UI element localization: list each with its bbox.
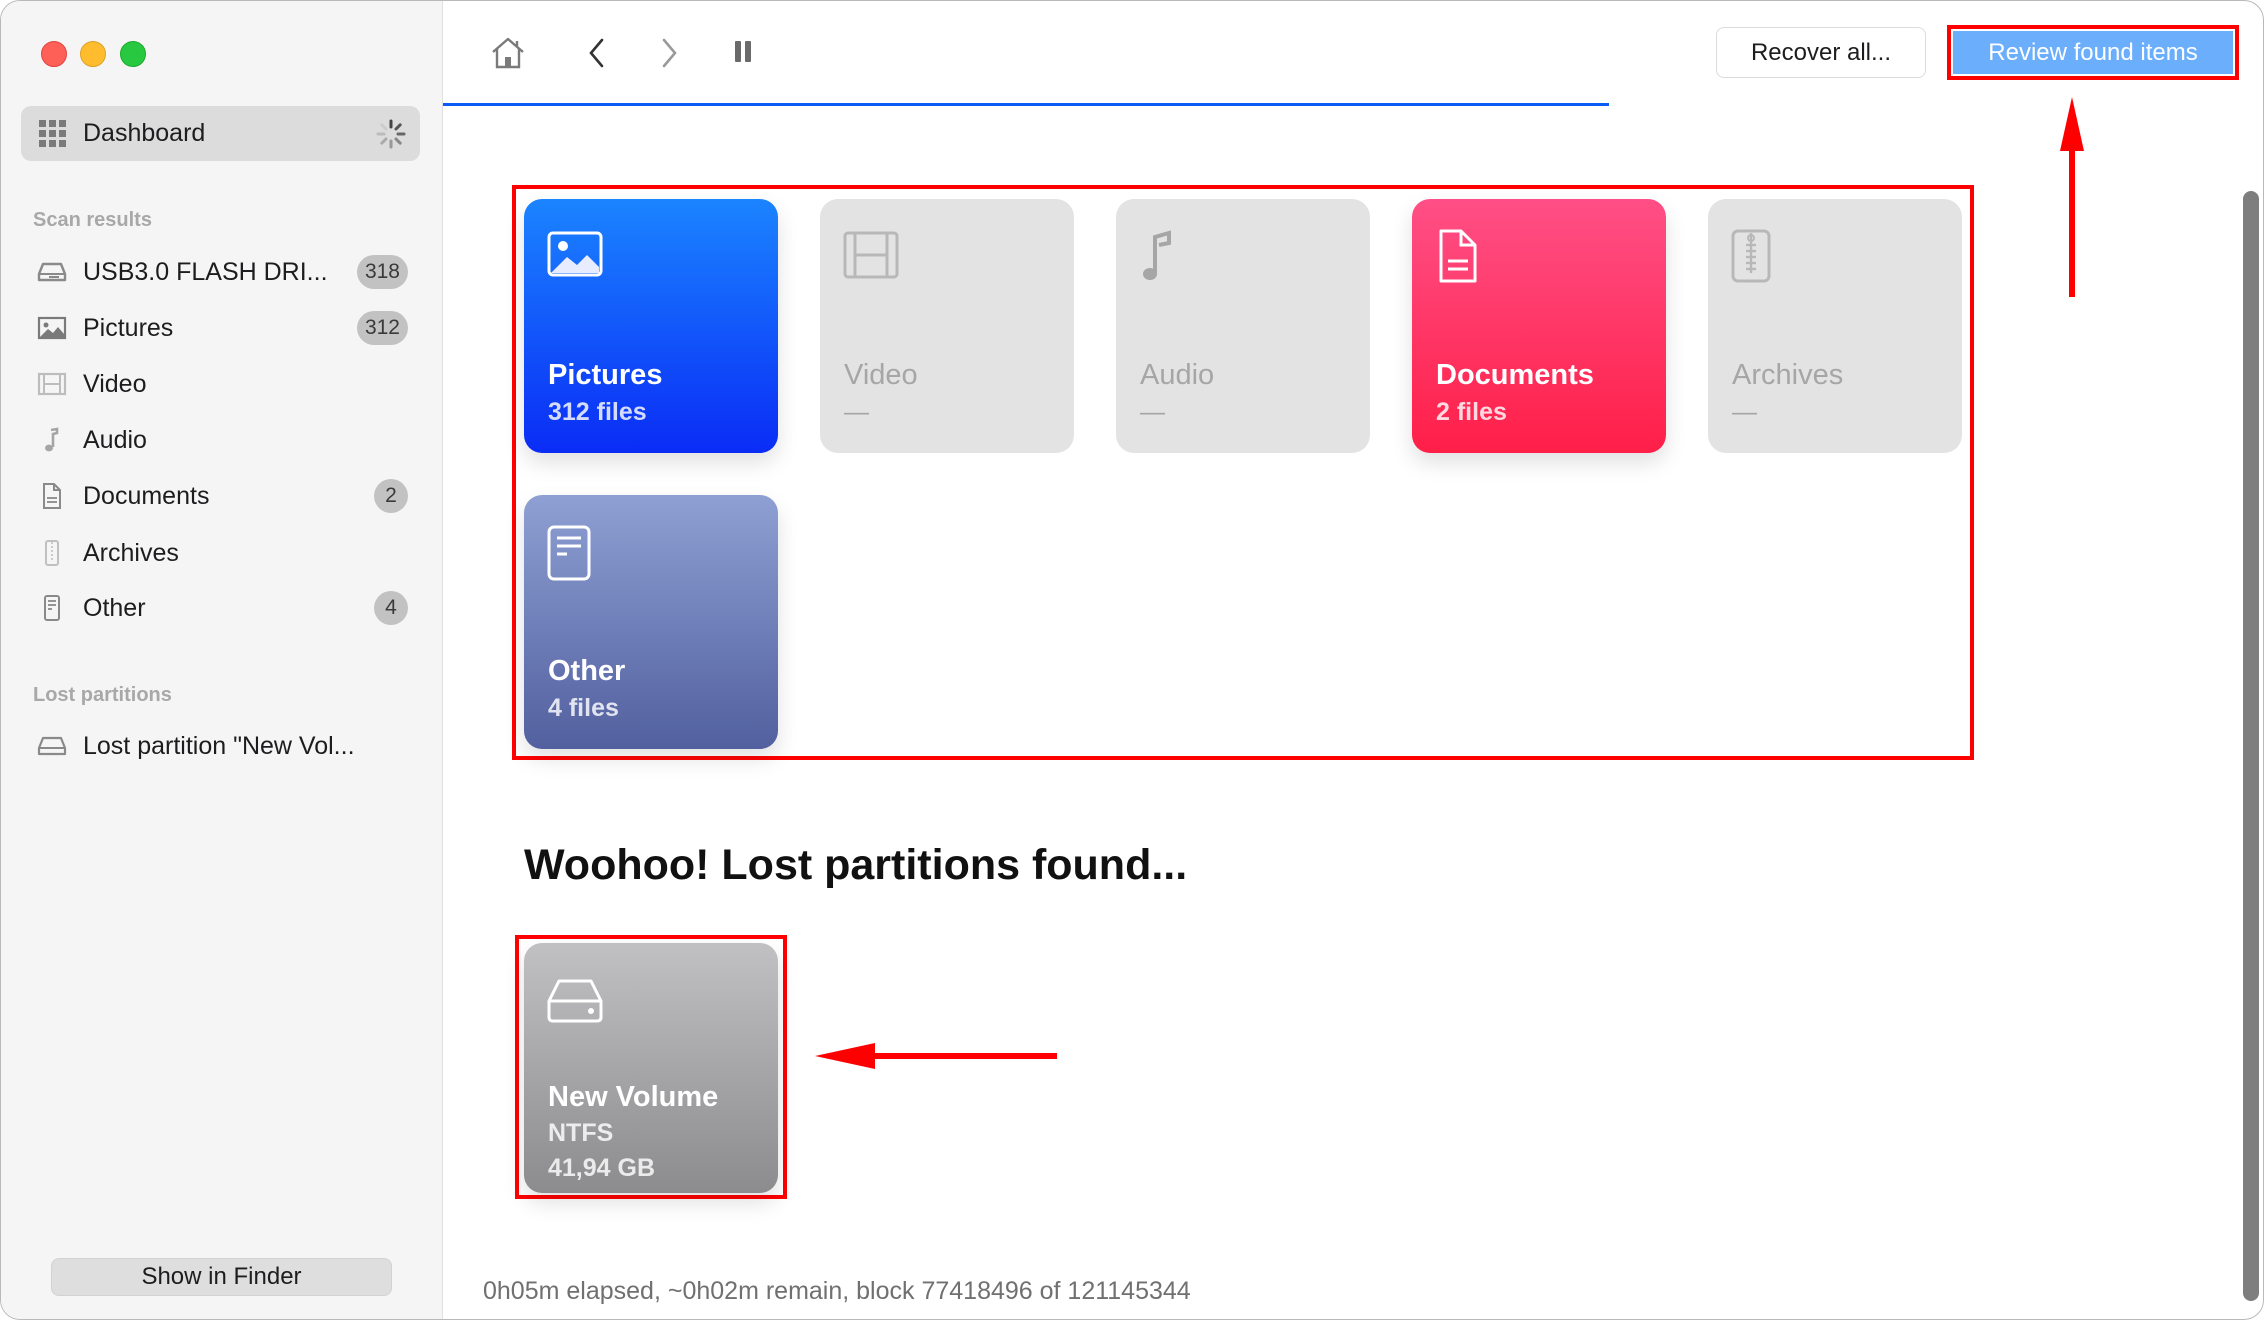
lost-partitions-heading: Woohoo! Lost partitions found... (524, 841, 1188, 889)
category-count: 2 files (1436, 398, 1507, 426)
category-title: Video (844, 359, 918, 391)
category-count: — (1140, 398, 1165, 426)
chevron-right-icon[interactable] (649, 33, 689, 73)
category-title: Pictures (548, 359, 663, 391)
category-title: Audio (1140, 359, 1215, 391)
picture-icon (37, 316, 67, 340)
minimize-window-button[interactable] (80, 41, 106, 67)
film-icon (37, 372, 67, 396)
archive-icon (1731, 229, 1771, 283)
count-badge: 318 (356, 255, 408, 289)
close-window-button[interactable] (41, 41, 67, 67)
category-title: Other (548, 655, 626, 687)
show-in-finder-button[interactable]: Show in Finder (51, 1258, 392, 1296)
maximize-window-button[interactable] (120, 41, 146, 67)
drive-icon (37, 262, 67, 282)
dashboard-label: Dashboard (83, 119, 206, 147)
sidebar-item-label: Lost partition "New Vol... (83, 731, 355, 760)
count-badge: 312 (356, 311, 408, 345)
sidebar-item-documents[interactable]: Documents 2 (21, 474, 420, 518)
category-card-pictures[interactable]: Pictures 312 files (524, 199, 778, 453)
sidebar-item-label: Audio (83, 425, 147, 454)
music-note-icon (45, 427, 59, 452)
review-found-items-button[interactable]: Review found items (1953, 31, 2233, 74)
grid-icon (39, 120, 66, 147)
scan-results-label: Scan results (33, 209, 152, 231)
archive-icon (45, 540, 59, 566)
partition-card-new-volume[interactable]: New Volume NTFS 41,94 GB (524, 943, 778, 1193)
category-card-audio[interactable]: Audio — (1116, 199, 1370, 453)
sidebar-item-lost-partition[interactable]: Lost partition "New Vol... (21, 724, 420, 768)
spinner-icon (376, 119, 406, 149)
sidebar-item-pictures[interactable]: Pictures 312 (21, 306, 420, 350)
other-file-icon (547, 525, 591, 581)
vertical-scrollbar[interactable] (2243, 191, 2259, 1301)
category-card-archives[interactable]: Archives — (1708, 199, 1962, 453)
document-icon (43, 483, 61, 509)
scan-status-text: 0h05m elapsed, ~0h02m remain, block 7741… (483, 1277, 1191, 1305)
sidebar-item-label: USB3.0 FLASH DRI... (83, 257, 328, 286)
drive-icon (547, 979, 603, 1023)
partition-size: 41,94 GB (548, 1154, 656, 1182)
sidebar: Dashboard Scan results USB3.0 FLASH DRI.… (1, 1, 443, 1319)
category-title: Archives (1732, 359, 1844, 391)
sidebar-item-label: Video (83, 369, 147, 398)
chevron-left-icon[interactable] (577, 33, 617, 73)
count-badge: 4 (374, 591, 408, 625)
category-count: 4 files (548, 694, 619, 722)
sidebar-item-usb-drive[interactable]: USB3.0 FLASH DRI... 318 (21, 250, 420, 294)
home-icon[interactable] (488, 33, 528, 73)
sidebar-item-dashboard[interactable]: Dashboard (21, 106, 420, 161)
sidebar-item-archives[interactable]: Archives (21, 531, 420, 575)
category-count: — (844, 398, 869, 426)
annotation-arrow-left (815, 1043, 1057, 1069)
category-card-documents[interactable]: Documents 2 files (1412, 199, 1666, 453)
app-window: Dashboard Scan results USB3.0 FLASH DRI.… (0, 0, 2264, 1320)
partition-filesystem: NTFS (548, 1119, 614, 1147)
sidebar-item-audio[interactable]: Audio (21, 418, 420, 462)
music-note-icon (1143, 230, 1171, 280)
other-file-icon (44, 595, 60, 621)
category-card-video[interactable]: Video — (820, 199, 1074, 453)
drive-icon (37, 736, 67, 756)
category-count: — (1732, 398, 1757, 426)
lost-partitions-label: Lost partitions (33, 684, 172, 706)
sidebar-item-label: Archives (83, 538, 179, 567)
category-count: 312 files (548, 398, 647, 426)
sidebar-item-label: Pictures (83, 313, 174, 342)
scan-progress-fill (443, 103, 1610, 106)
category-card-other[interactable]: Other 4 files (524, 495, 778, 749)
recover-all-button[interactable]: Recover all... (1716, 27, 1926, 78)
scan-progress-bar (443, 103, 2263, 106)
document-icon (1439, 229, 1477, 283)
count-badge: 2 (374, 479, 408, 513)
sidebar-item-label: Documents (83, 481, 210, 510)
annotation-arrow-up (2060, 97, 2084, 297)
partition-name: New Volume (548, 1081, 719, 1113)
sidebar-item-other[interactable]: Other 4 (21, 586, 420, 630)
film-icon (843, 231, 899, 279)
pause-icon[interactable] (723, 33, 763, 73)
sidebar-item-video[interactable]: Video (21, 362, 420, 406)
sidebar-item-label: Other (83, 593, 146, 622)
picture-icon (547, 231, 603, 277)
category-title: Documents (1436, 359, 1594, 391)
